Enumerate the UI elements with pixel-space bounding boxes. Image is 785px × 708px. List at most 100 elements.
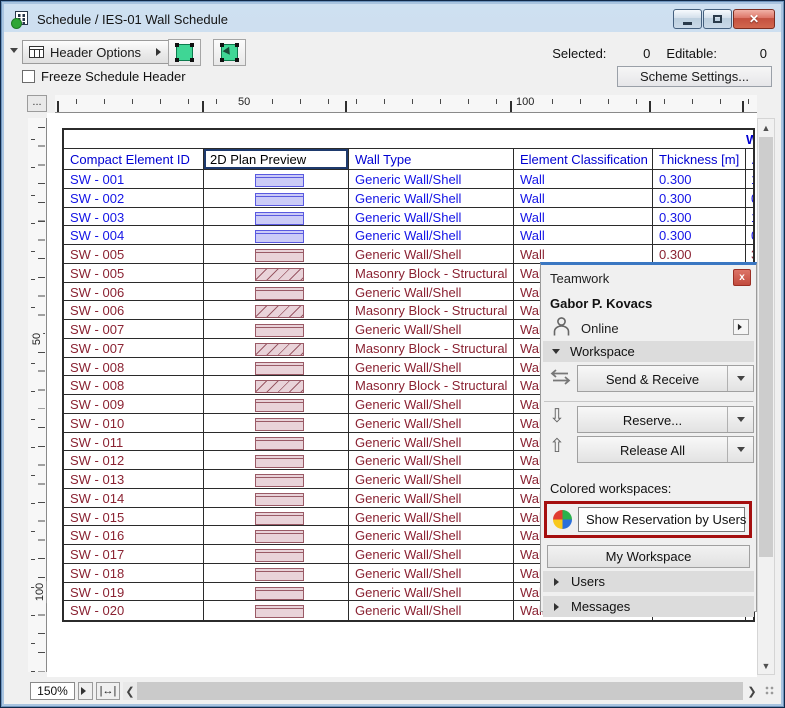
cell-id: SW - 014 (64, 489, 204, 507)
my-workspace-button[interactable]: My Workspace (547, 545, 750, 568)
preview-swatch (255, 587, 304, 600)
teamwork-close-button[interactable]: x (733, 269, 751, 286)
reserve-dropdown[interactable] (727, 407, 753, 432)
title-bar[interactable]: Schedule / IES-01 Wall Schedule (5, 5, 780, 33)
send-receive-icon (549, 368, 572, 386)
reservation-mode-dropdown[interactable]: Show Reservation by Users (578, 507, 745, 532)
reservation-mode-value: Show Reservation by Users (586, 512, 746, 527)
vertical-scrollbar-thumb[interactable] (759, 137, 773, 557)
editable-count: 0 (757, 46, 767, 61)
send-receive-button[interactable]: Send & Receive (577, 365, 754, 392)
toolbar-collapse-icon[interactable] (10, 48, 18, 57)
column-header-2d-plan-preview[interactable]: 2D Plan Preview (204, 149, 349, 169)
cell-preview (204, 245, 349, 263)
maximize-button[interactable] (703, 9, 732, 29)
preview-swatch (255, 437, 304, 450)
send-receive-dropdown[interactable] (727, 366, 753, 391)
cell-wall-type: Generic Wall/Shell (349, 489, 514, 507)
preview-swatch (255, 568, 304, 581)
vertical-scrollbar[interactable]: ▲ ▼ (757, 118, 775, 675)
column-header-wall-type[interactable]: Wall Type (349, 149, 514, 169)
column-header-thickness[interactable]: Thickness [m] (653, 149, 746, 169)
ruler-options-button[interactable]: ... (27, 95, 47, 112)
cell-a: 0 (746, 226, 755, 244)
select-elements-button[interactable] (213, 39, 246, 66)
online-flyout-button[interactable] (733, 319, 749, 335)
cell-wall-type: Generic Wall/Shell (349, 320, 514, 338)
users-section-header[interactable]: Users (543, 571, 754, 592)
hruler-label-50: 50 (235, 96, 253, 108)
horizontal-scrollbar[interactable] (137, 682, 743, 700)
table-title-row[interactable]: W (64, 130, 755, 149)
horizontal-ruler: 50 100 (55, 95, 757, 113)
cell-preview (204, 545, 349, 563)
preview-swatch (255, 474, 304, 487)
column-header-element-classification[interactable]: Element Classification (514, 149, 653, 169)
selected-label: Selected: (552, 46, 606, 61)
freeze-header-checkbox[interactable] (22, 70, 35, 83)
cell-preview (204, 208, 349, 226)
reserve-label: Reserve... (578, 407, 727, 432)
cell-thickness: 0.300 (653, 170, 746, 188)
cell-wall-type: Generic Wall/Shell (349, 226, 514, 244)
table-row[interactable]: SW - 004 Generic Wall/Shell Wall 0.300 0 (64, 226, 755, 245)
release-all-button[interactable]: Release All (577, 436, 754, 463)
release-all-dropdown[interactable] (727, 437, 753, 462)
cell-id: SW - 013 (64, 470, 204, 488)
table-row[interactable]: SW - 005 Generic Wall/Shell Wall 0.300 3 (64, 245, 755, 264)
resize-grip[interactable] (765, 686, 775, 696)
preview-swatch (255, 362, 304, 375)
teamwork-user-name: Gabor P. Kovacs (550, 296, 652, 311)
table-header-row: Compact Element ID 2D Plan Preview Wall … (64, 149, 755, 170)
fit-width-icon: |↔| (100, 685, 117, 697)
cell-wall-type: Generic Wall/Shell (349, 564, 514, 582)
maximize-icon (713, 15, 722, 23)
table-row[interactable]: SW - 002 Generic Wall/Shell Wall 0.300 0 (64, 189, 755, 208)
column-header-compact-element-id[interactable]: Compact Element ID (64, 149, 204, 169)
cell-preview (204, 414, 349, 432)
messages-section-header[interactable]: Messages (543, 596, 754, 617)
cell-wall-type: Masonry Block - Structural (349, 339, 514, 357)
scroll-right-arrow[interactable]: ❯ (745, 682, 759, 700)
header-options-button[interactable]: Header Options (22, 40, 172, 64)
cell-wall-type: Generic Wall/Shell (349, 508, 514, 526)
cell-wall-type: Generic Wall/Shell (349, 245, 514, 263)
close-button[interactable]: ✕ (733, 9, 775, 29)
cell-id: SW - 015 (64, 508, 204, 526)
hruler-label-100: 100 (513, 96, 537, 108)
close-icon: ✕ (749, 13, 759, 25)
close-icon: x (739, 272, 745, 283)
zoom-level-box[interactable]: 150% (30, 682, 75, 700)
zoom-menu-button[interactable] (78, 682, 93, 700)
workspace-section-header[interactable]: Workspace (543, 341, 754, 362)
table-row[interactable]: SW - 001 Generic Wall/Shell Wall 0.300 1 (64, 170, 755, 189)
select-all-button[interactable] (168, 39, 201, 66)
header-options-label: Header Options (50, 45, 141, 60)
chevron-down-icon (552, 349, 560, 358)
cell-wall-type: Generic Wall/Shell (349, 526, 514, 544)
header-options-icon (29, 46, 44, 58)
column-header-a[interactable]: A (746, 149, 755, 169)
table-row[interactable]: SW - 003 Generic Wall/Shell Wall 0.300 1 (64, 208, 755, 227)
cell-wall-type: Generic Wall/Shell (349, 414, 514, 432)
preview-swatch (255, 343, 304, 356)
cell-wall-type: Generic Wall/Shell (349, 545, 514, 563)
cell-id: SW - 018 (64, 564, 204, 582)
reserve-button[interactable]: Reserve... (577, 406, 754, 433)
preview-swatch (255, 455, 304, 468)
scroll-down-arrow[interactable]: ▼ (758, 657, 774, 674)
cell-id: SW - 006 (64, 283, 204, 301)
minimize-button[interactable] (673, 9, 702, 29)
cell-id: SW - 008 (64, 358, 204, 376)
cell-wall-type: Generic Wall/Shell (349, 601, 514, 620)
schedule-window-icon (13, 11, 29, 27)
cell-id: SW - 002 (64, 189, 204, 207)
cell-wall-type: Generic Wall/Shell (349, 208, 514, 226)
scheme-settings-button[interactable]: Scheme Settings... (617, 66, 772, 87)
reserve-icon: ⇩ (549, 405, 565, 428)
scroll-left-arrow[interactable]: ❮ (123, 682, 137, 700)
scroll-up-arrow[interactable]: ▲ (758, 119, 774, 136)
preview-swatch (255, 268, 304, 281)
preview-swatch (255, 493, 304, 506)
fit-width-button[interactable]: |↔| (96, 682, 120, 700)
